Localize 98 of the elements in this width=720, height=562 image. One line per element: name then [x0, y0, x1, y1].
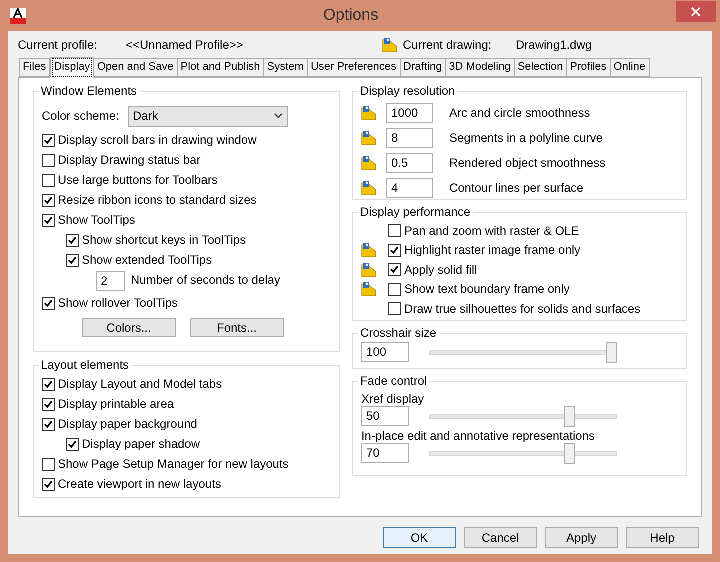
field-label: Rendered object smoothness	[449, 154, 606, 172]
dialog-button[interactable]: Cancel	[464, 527, 537, 548]
drawing-file-icon	[361, 154, 378, 170]
checkbox-label: Display Layout and Model tabs	[58, 376, 222, 393]
checkbox[interactable]	[42, 134, 55, 146]
checkbox[interactable]	[42, 214, 55, 226]
tab[interactable]: 3D Modeling	[445, 58, 515, 77]
checkbox[interactable]	[42, 154, 55, 166]
checkbox-label: Show shortcut keys in ToolTips	[82, 232, 246, 249]
field-label: Contour lines per surface	[449, 180, 584, 196]
drawing-file-icon	[361, 281, 378, 298]
checkbox-label: Display Drawing status bar	[58, 152, 201, 169]
checkbox[interactable]	[66, 438, 79, 450]
checkbox[interactable]	[388, 244, 402, 257]
checkbox-label: Create viewport in new layouts	[58, 476, 222, 493]
field-label: Color scheme:	[42, 108, 120, 125]
close-button[interactable]	[676, 1, 716, 22]
checkbox[interactable]	[388, 302, 402, 316]
window-title: Options	[322, 6, 380, 26]
checkbox-label: Show extended ToolTips	[82, 252, 212, 269]
checkbox[interactable]	[66, 254, 79, 266]
tab[interactable]: System	[263, 58, 308, 77]
number-field[interactable]: 4	[386, 178, 434, 198]
chevron-down-icon	[274, 113, 283, 119]
checkbox-label: Display printable area	[58, 396, 174, 413]
checkbox-label: Show Page Setup Manager for new layouts	[58, 456, 289, 473]
drawing-label: Current drawing:	[403, 36, 493, 54]
checkbox-label: Display paper shadow	[82, 436, 200, 453]
number-field[interactable]: 2	[96, 271, 125, 291]
number-field[interactable]: 8	[386, 128, 434, 148]
tab[interactable]: User Preferences	[306, 58, 401, 77]
checkbox-label: Apply solid fill	[404, 262, 478, 279]
group-title: Layout elements	[40, 357, 130, 374]
tab[interactable]: Selection	[514, 58, 568, 77]
checkbox[interactable]	[42, 194, 55, 206]
checkbox-label: Show rollover ToolTips	[58, 295, 178, 312]
drawing-file-icon	[361, 242, 378, 258]
field-label: Arc and circle smoothness	[449, 104, 590, 122]
drawing-file-icon	[361, 262, 378, 278]
profile-label: Current profile:	[18, 36, 98, 54]
checkbox-label: Resize ribbon icons to standard sizes	[58, 192, 257, 209]
checkbox-label: Highlight raster image frame only	[404, 242, 581, 260]
checkbox[interactable]	[42, 378, 55, 390]
checkbox[interactable]	[388, 282, 402, 296]
tab[interactable]: Profiles	[566, 58, 611, 77]
drawing-file-icon	[382, 36, 398, 52]
profile-value: <<Unnamed Profile>>	[126, 36, 244, 54]
checkbox-label: Display scroll bars in drawing window	[58, 132, 257, 149]
tab[interactable]: Online	[610, 58, 650, 77]
slider-thumb[interactable]	[606, 342, 618, 363]
close-icon	[691, 6, 701, 16]
dialog-button[interactable]: Colors...	[82, 318, 176, 337]
checkbox-label: Use large buttons for Toolbars	[58, 172, 218, 189]
checkbox[interactable]	[42, 458, 55, 470]
checkbox[interactable]	[388, 224, 402, 238]
slider-thumb[interactable]	[564, 443, 575, 464]
checkbox-label: Show ToolTips	[58, 212, 136, 229]
checkbox[interactable]	[388, 263, 402, 276]
slider-label: In-place edit and annotative representations	[361, 428, 596, 443]
group-title: Display performance	[359, 204, 472, 221]
drawing-file-icon	[361, 180, 378, 196]
checkbox[interactable]	[42, 418, 55, 430]
field-label: Segments in a polyline curve	[449, 130, 603, 146]
group-title: Crosshair size	[359, 325, 438, 342]
number-field[interactable]: 100	[361, 342, 410, 362]
group-title: Display resolution	[359, 83, 456, 100]
checkbox[interactable]	[42, 478, 55, 490]
dialog-button[interactable]: Fonts...	[190, 318, 284, 337]
dialog-button[interactable]: Help	[626, 527, 699, 548]
group-title: Fade control	[359, 373, 428, 390]
checkbox-label: Show text boundary frame only	[404, 281, 570, 298]
drawing-file-icon	[361, 130, 378, 146]
dialog-button[interactable]: OK	[383, 527, 456, 548]
tab[interactable]: Drafting	[400, 58, 446, 77]
number-field[interactable]: 50	[361, 406, 410, 426]
drawing-file-icon	[361, 104, 378, 120]
slider-label: Xref display	[361, 391, 426, 406]
tab[interactable]: Plot and Publish	[176, 58, 264, 77]
checkbox[interactable]	[42, 398, 55, 410]
drawing-value: Drawing1.dwg	[516, 36, 592, 54]
number-field[interactable]: 0.5	[386, 152, 434, 172]
checkbox-label: Draw true silhouettes for solids and surfaces	[404, 300, 641, 318]
number-field[interactable]: 70	[361, 443, 410, 463]
tab[interactable]: Files	[19, 58, 50, 77]
checkbox[interactable]	[66, 234, 79, 246]
tab[interactable]: Open and Save	[93, 58, 178, 77]
color-scheme-dropdown[interactable]: Dark	[128, 106, 288, 126]
app-icon	[10, 8, 26, 24]
checkbox[interactable]	[42, 174, 55, 186]
checkbox[interactable]	[42, 296, 55, 310]
tab[interactable]: Display	[50, 57, 94, 78]
checkbox-label: Display paper background	[58, 416, 198, 433]
group-title: Window Elements	[40, 83, 138, 100]
number-field[interactable]: 1000	[386, 102, 434, 122]
field-label: Number of seconds to delay	[131, 272, 280, 289]
checkbox-label: Pan and zoom with raster & OLE	[404, 222, 580, 240]
dialog-button[interactable]: Apply	[545, 527, 618, 548]
slider-thumb[interactable]	[564, 406, 575, 427]
